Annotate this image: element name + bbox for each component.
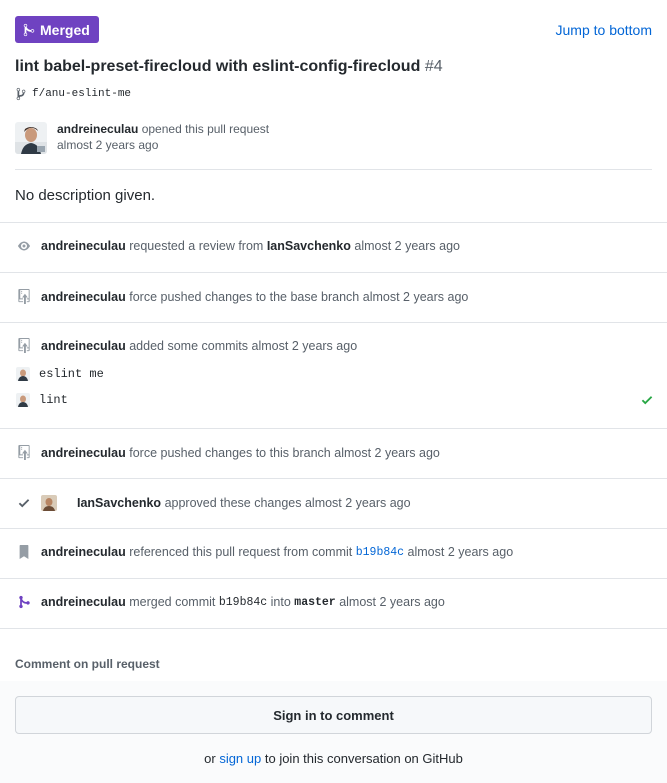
merge-icon — [16, 595, 32, 609]
event-text: into — [270, 595, 291, 609]
avatar[interactable] — [16, 367, 30, 381]
avatar[interactable] — [15, 122, 47, 154]
event-text: force pushed changes to this branch — [129, 445, 331, 460]
event-time[interactable]: almost 2 years ago — [363, 290, 469, 304]
timeline-item: andreineculau force pushed changes to th… — [0, 428, 667, 478]
merged-badge: Merged — [15, 16, 99, 43]
divider — [15, 169, 652, 170]
event-text: added some commits — [129, 338, 249, 353]
commit-sha[interactable]: b19b84c — [219, 596, 267, 609]
pr-title: lint babel-preset-firecloud with eslint-… — [15, 58, 443, 76]
repo-push-icon — [16, 289, 32, 304]
event-author[interactable]: andreineculau — [41, 290, 126, 304]
event-time[interactable]: almost 2 years ago — [354, 239, 460, 253]
event-text: force pushed changes to the base branch — [129, 289, 360, 304]
signup-suffix: to join this conversation on GitHub — [264, 751, 463, 766]
merged-badge-label: Merged — [40, 21, 90, 38]
event-time[interactable]: almost 2 years ago — [305, 496, 411, 510]
timeline-item: andreineculau added some commits almost … — [0, 322, 667, 428]
branch-name[interactable]: f/anu-eslint-me — [32, 88, 131, 100]
timeline-item: andreineculau force pushed changes to th… — [0, 272, 667, 322]
eye-icon — [16, 240, 32, 252]
event-target[interactable]: IanSavchenko — [267, 239, 351, 253]
timeline: andreineculau requested a review from Ia… — [0, 222, 667, 628]
comment-section: Comment on pull request Sign in to comme… — [0, 628, 667, 783]
timeline-item: andreineculau merged commit b19b84c into… — [0, 578, 667, 628]
timeline-event: andreineculau referenced this pull reque… — [16, 545, 513, 559]
jump-to-bottom-link[interactable]: Jump to bottom — [556, 22, 653, 38]
merge-icon — [23, 23, 35, 36]
signup-line: or sign up to join this conversation on … — [0, 751, 667, 766]
event-author[interactable]: andreineculau — [41, 446, 126, 460]
timeline-event: IanSavchenko approved these changes almo… — [16, 495, 411, 511]
repo-push-icon — [16, 445, 32, 460]
pr-number: #4 — [424, 58, 443, 75]
timeline-item: andreineculau referenced this pull reque… — [0, 528, 667, 578]
sign-up-link[interactable]: sign up — [219, 751, 261, 766]
event-author[interactable]: andreineculau — [41, 339, 126, 353]
opened-time[interactable]: almost 2 years ago — [57, 138, 158, 152]
commit-row: eslint me — [16, 367, 104, 381]
repo-push-icon — [16, 338, 32, 353]
comment-heading: Comment on pull request — [15, 657, 160, 671]
timeline-event: andreineculau force pushed changes to th… — [16, 289, 468, 304]
check-icon[interactable] — [641, 393, 653, 410]
event-time[interactable]: almost 2 years ago — [408, 545, 514, 559]
opened-text: opened this pull request — [141, 122, 270, 136]
opened-info: andreineculau opened this pull request — [57, 122, 269, 136]
or-text: or — [204, 751, 216, 766]
timeline-event: andreineculau added some commits almost … — [16, 338, 357, 353]
timeline-event: andreineculau merged commit b19b84c into… — [16, 595, 445, 609]
event-text: approved these changes — [164, 496, 302, 510]
bookmark-icon — [16, 545, 32, 559]
avatar[interactable] — [16, 393, 30, 407]
timeline-event: andreineculau requested a review from Ia… — [16, 239, 460, 253]
commit-message[interactable]: lint — [39, 393, 68, 407]
check-icon — [16, 496, 32, 510]
commit-row: lint — [16, 393, 68, 407]
commit-sha-link[interactable]: b19b84c — [356, 546, 404, 559]
git-branch-icon — [16, 87, 26, 101]
event-author[interactable]: andreineculau — [41, 239, 126, 253]
timeline-item: andreineculau requested a review from Ia… — [0, 222, 667, 272]
branch-row: f/anu-eslint-me — [16, 87, 131, 101]
event-author[interactable]: andreineculau — [41, 595, 126, 609]
event-time[interactable]: almost 2 years ago — [334, 446, 440, 460]
event-text: merged commit — [129, 595, 216, 609]
timeline-event: andreineculau force pushed changes to th… — [16, 445, 440, 460]
event-author[interactable]: andreineculau — [41, 545, 126, 559]
event-author[interactable]: IanSavchenko — [77, 496, 161, 510]
pr-title-text: lint babel-preset-firecloud with eslint-… — [15, 58, 421, 75]
avatar[interactable] — [41, 495, 57, 511]
event-time[interactable]: almost 2 years ago — [339, 595, 445, 609]
sign-in-button[interactable]: Sign in to comment — [15, 696, 652, 734]
pr-header: Merged Jump to bottom lint babel-preset-… — [0, 0, 667, 222]
event-time[interactable]: almost 2 years ago — [252, 339, 358, 353]
pr-description: No description given. — [15, 187, 156, 204]
event-text: referenced this pull request from commit — [129, 545, 353, 559]
branch-name[interactable]: master — [294, 596, 335, 609]
event-text: requested a review from — [129, 239, 264, 253]
timeline-item: IanSavchenko approved these changes almo… — [0, 478, 667, 528]
author-link[interactable]: andreineculau — [57, 122, 138, 136]
commit-message[interactable]: eslint me — [39, 367, 104, 381]
